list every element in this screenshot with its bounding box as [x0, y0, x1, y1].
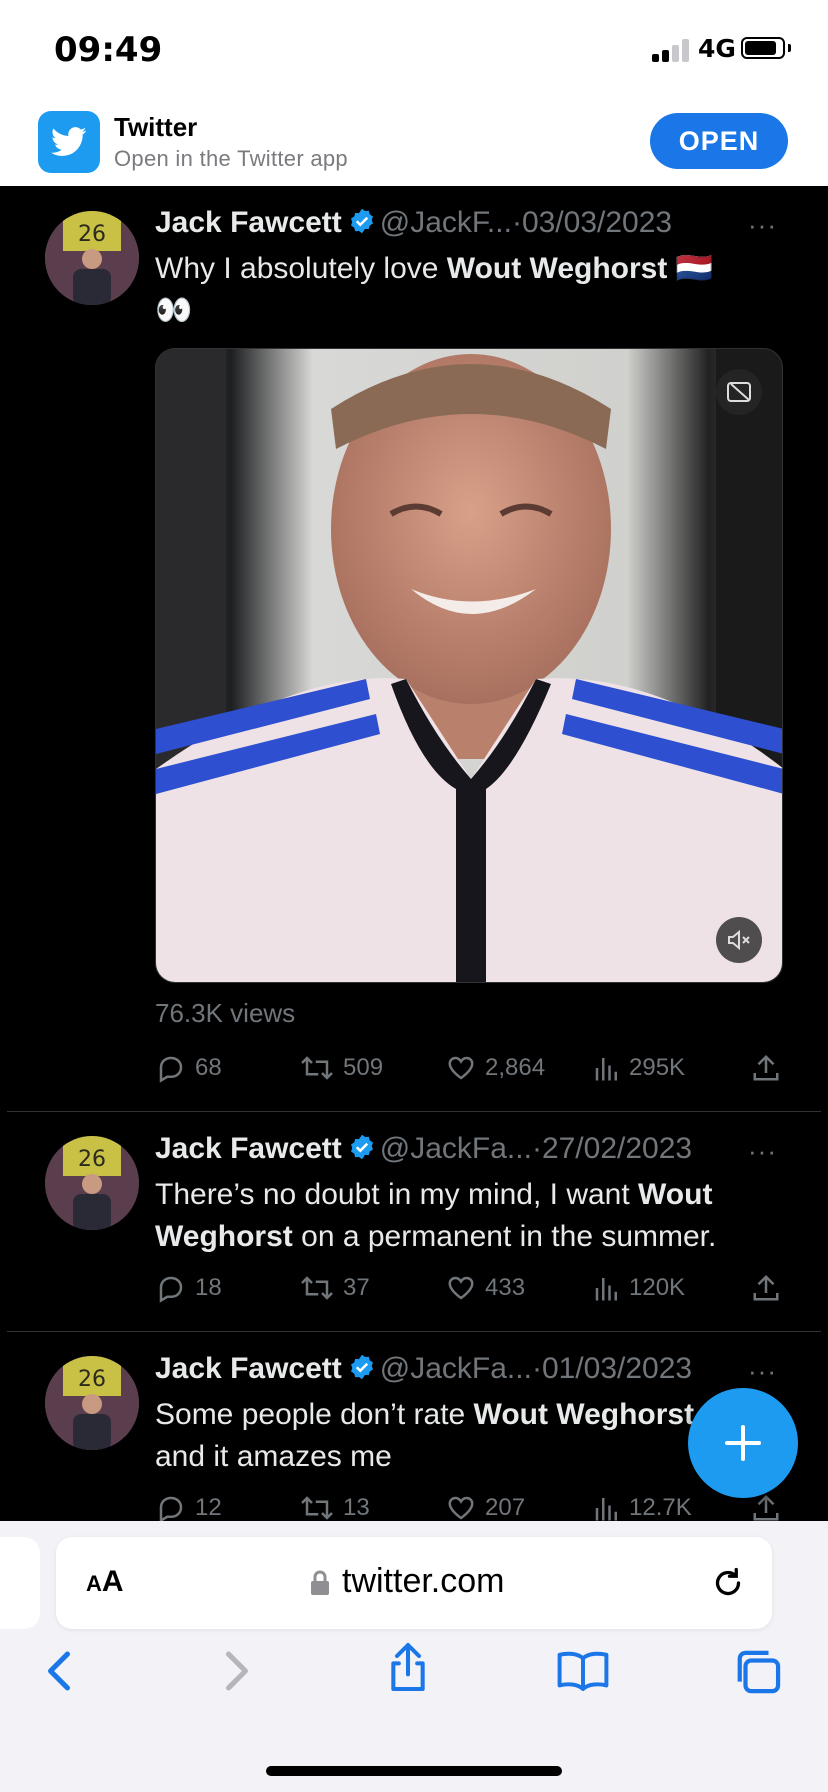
open-app-button[interactable]: OPEN [650, 113, 788, 169]
url-text[interactable]: twitter.com [342, 1562, 504, 1601]
view-count: 76.3K views [155, 998, 296, 1028]
verified-badge-icon [348, 1353, 376, 1389]
tweet-actions: 18 37 433 120K [155, 1268, 795, 1308]
analytics-button[interactable]: 12.7K [593, 1488, 692, 1521]
share-icon [753, 1054, 779, 1081]
author-name[interactable]: Jack Fawcett [155, 206, 342, 239]
verified-badge-icon [348, 207, 376, 243]
address-bar[interactable]: AA twitter.com [56, 1537, 772, 1629]
plus-icon [725, 1425, 761, 1461]
status-bar: 09:49 4G [0, 0, 828, 98]
tweet-text: Why I absolutely love Wout Weghorst 🇳🇱 👀 [155, 252, 714, 327]
tweet-text: There’s no doubt in my mind, I want Wout… [155, 1178, 717, 1253]
heart-icon [448, 1496, 474, 1520]
tweet-date[interactable]: 03/03/2023 [522, 206, 672, 239]
home-indicator [266, 1766, 562, 1776]
reply-icon [159, 1496, 183, 1521]
tweet[interactable]: 26 Jack Fawcett @JackF...·03/03/2023 ··· … [0, 186, 828, 1111]
app-name: Twitter [114, 112, 198, 142]
tweet-actions: 12 13 207 12.7K [155, 1488, 795, 1521]
tweet-video[interactable] [155, 348, 783, 983]
retweet-icon [301, 1056, 333, 1080]
battery-icon [741, 37, 785, 59]
share-button[interactable] [751, 1268, 781, 1308]
app-subtitle: Open in the Twitter app [114, 146, 348, 171]
author-handle[interactable]: @JackFa... [380, 1352, 532, 1385]
twitter-app-icon [38, 111, 100, 173]
tweet-actions: 68 509 2,864 295K [155, 1048, 795, 1088]
reply-button[interactable]: 12 [155, 1488, 222, 1521]
author-handle[interactable]: @JackF... [380, 206, 512, 239]
signal-strength-icon [652, 38, 692, 62]
more-options-icon[interactable]: ··· [748, 1136, 777, 1167]
retweet-button[interactable]: 37 [299, 1268, 370, 1308]
text-size-button[interactable]: AA [86, 1565, 124, 1599]
network-type: 4G [698, 34, 736, 63]
like-button[interactable]: 207 [445, 1488, 525, 1521]
tweet-header: Jack Fawcett @JackFa...·01/03/2023 [155, 1352, 692, 1392]
lock-icon [311, 1570, 329, 1595]
share-icon [753, 1494, 779, 1521]
previous-tab-card[interactable] [0, 1537, 40, 1629]
retweet-icon [301, 1276, 333, 1300]
svg-text:26: 26 [78, 1367, 106, 1392]
analytics-button[interactable]: 120K [593, 1268, 685, 1308]
reload-icon[interactable] [710, 1565, 746, 1601]
analytics-icon [595, 1498, 617, 1521]
retweet-button[interactable]: 13 [299, 1488, 370, 1521]
tweet[interactable]: 26 Jack Fawcett @JackFa...·27/02/2023 ···… [0, 1112, 828, 1332]
back-icon[interactable] [42, 1649, 76, 1693]
tweet-header: Jack Fawcett @JackF...·03/03/2023 [155, 206, 672, 246]
reply-icon [159, 1276, 183, 1303]
smart-app-banner[interactable]: Twitter Open in the Twitter app OPEN [0, 98, 828, 186]
share-icon [753, 1274, 779, 1301]
analytics-icon [595, 1278, 617, 1301]
tweet-date[interactable]: 27/02/2023 [542, 1132, 692, 1165]
retweet-icon [301, 1496, 333, 1520]
avatar[interactable]: 26 [45, 1136, 139, 1230]
retweet-button[interactable]: 509 [299, 1048, 383, 1088]
more-options-icon[interactable]: ··· [748, 210, 777, 241]
avatar[interactable]: 26 [45, 1356, 139, 1450]
tweet-header: Jack Fawcett @JackFa...·27/02/2023 [155, 1132, 692, 1172]
browser-toolbar: AA twitter.com [0, 1521, 828, 1792]
tabs-icon[interactable] [732, 1649, 782, 1695]
like-button[interactable]: 2,864 [445, 1048, 545, 1088]
author-name[interactable]: Jack Fawcett [155, 1132, 342, 1165]
author-name[interactable]: Jack Fawcett [155, 1352, 342, 1385]
status-time: 09:49 [54, 30, 163, 70]
svg-text:26: 26 [78, 222, 106, 247]
analytics-icon [595, 1058, 617, 1081]
heart-icon [448, 1056, 474, 1080]
bookmarks-icon[interactable] [556, 1649, 610, 1693]
share-button[interactable] [751, 1048, 781, 1088]
compose-tweet-button[interactable] [688, 1388, 798, 1498]
share-sheet-icon[interactable] [386, 1641, 430, 1693]
author-handle[interactable]: @JackFa... [380, 1132, 532, 1165]
reply-button[interactable]: 18 [155, 1268, 222, 1308]
svg-text:26: 26 [78, 1147, 106, 1172]
like-button[interactable]: 433 [445, 1268, 525, 1308]
analytics-button[interactable]: 295K [593, 1048, 685, 1088]
captions-icon[interactable] [716, 369, 762, 415]
reply-button[interactable]: 68 [155, 1048, 222, 1088]
video-frame [156, 349, 782, 982]
verified-badge-icon [348, 1133, 376, 1169]
avatar[interactable]: 26 [45, 211, 139, 305]
tweet-date[interactable]: 01/03/2023 [542, 1352, 692, 1385]
heart-icon [448, 1276, 474, 1300]
mute-toggle-icon[interactable] [716, 917, 762, 963]
reply-icon [159, 1056, 183, 1083]
tweet-text: Some people don’t rate Wout Weghorst and… [155, 1398, 695, 1473]
forward-icon[interactable] [220, 1649, 254, 1693]
more-options-icon[interactable]: ··· [748, 1356, 777, 1387]
